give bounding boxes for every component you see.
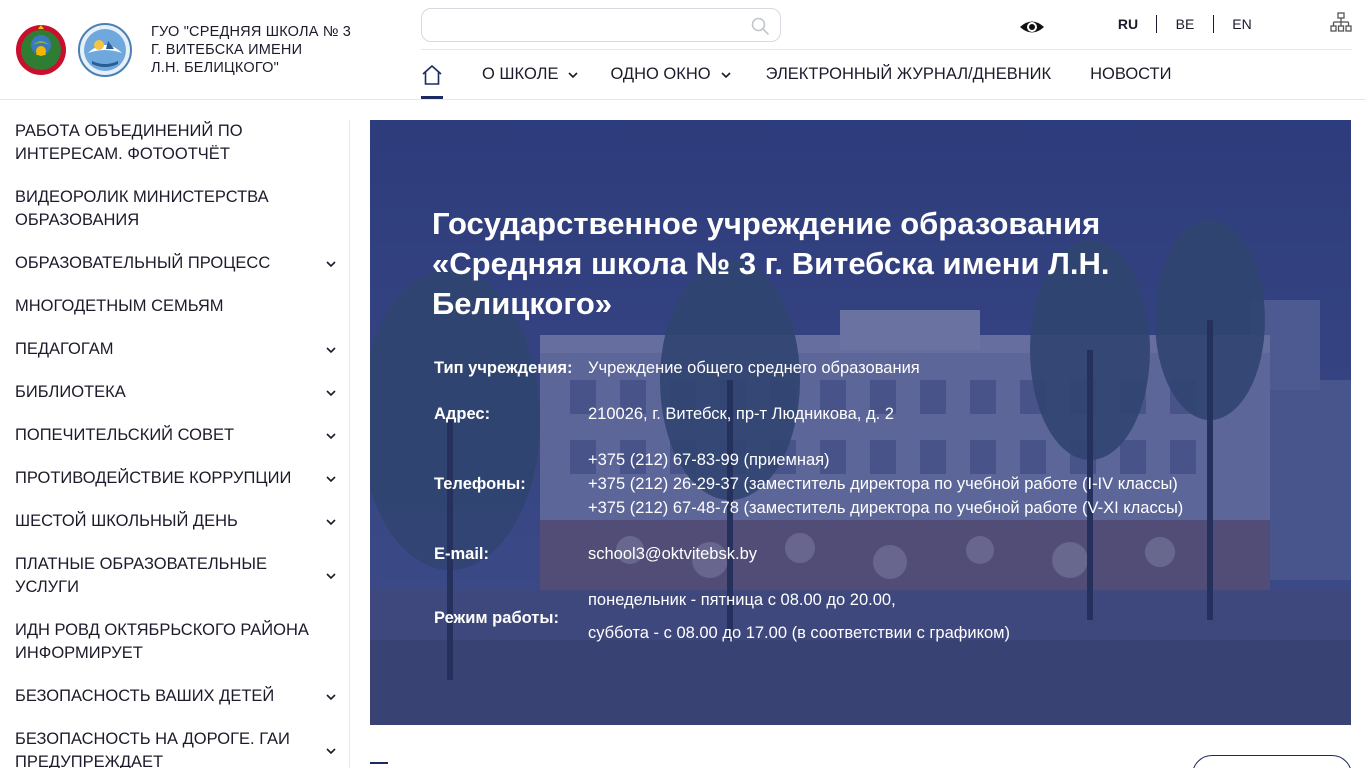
sitemap-icon[interactable] — [1330, 12, 1352, 34]
chevron-down-icon[interactable] — [325, 344, 337, 356]
sidebar-item[interactable]: РАБОТА ОБЪЕДИНЕНИЙ ПО ИНТЕРЕСАМ. ФОТООТЧ… — [0, 120, 350, 166]
org-name-line: ГУО "СРЕДНЯЯ ШКОЛА № 3 — [151, 24, 352, 40]
sidebar-item-label: РАБОТА ОБЪЕДИНЕНИЙ ПО ИНТЕРЕСАМ. ФОТООТЧ… — [15, 122, 243, 163]
sidebar-item[interactable]: ПОПЕЧИТЕЛЬСКИЙ СОВЕТ — [0, 424, 350, 447]
nav-home[interactable] — [421, 50, 443, 99]
institution-type-value: Учреждение общего среднего образования — [588, 359, 920, 377]
nav-item-label: ЭЛЕКТРОННЫЙ ЖУРНАЛ/ДНЕВНИК — [765, 65, 1052, 83]
sidebar-item[interactable]: ОБРАЗОВАТЕЛЬНЫЙ ПРОЦЕСС — [0, 252, 350, 275]
chevron-down-icon[interactable] — [325, 473, 337, 485]
nav-item-label: НОВОСТИ — [1090, 65, 1172, 83]
nav-active-indicator — [421, 96, 443, 99]
nav-item-label: О ШКОЛЕ — [482, 65, 559, 83]
phone-line[interactable]: +375 (212) 67-83-99 (приемная) — [588, 448, 830, 472]
address-value: 210026, г. Витебск, пр-т Людникова, д. 2 — [588, 405, 894, 423]
belarus-emblem-icon[interactable] — [14, 23, 68, 77]
sidebar-item-label: ПЛАТНЫЕ ОБРАЗОВАТЕЛЬНЫЕ УСЛУГИ — [15, 555, 268, 596]
organization-name[interactable]: ГУО "СРЕДНЯЯ ШКОЛА № 3 Г. ВИТЕБСКА ИМЕНИ… — [151, 23, 391, 77]
sidebar-item[interactable]: МНОГОДЕТНЫМ СЕМЬЯМ — [0, 295, 350, 318]
nav-item-news[interactable]: НОВОСТИ — [1090, 65, 1171, 84]
site-header: ГУО "СРЕДНЯЯ ШКОЛА № 3 Г. ВИТЕБСКА ИМЕНИ… — [0, 0, 1366, 100]
section-heading-fragment — [370, 762, 388, 768]
school-logo-icon[interactable] — [78, 23, 132, 77]
sidebar-item[interactable]: ПЛАТНЫЕ ОБРАЗОВАТЕЛЬНЫЕ УСЛУГИ — [0, 553, 350, 599]
email-label: E-mail: — [434, 545, 490, 563]
hours-line: понедельник - пятница с 08.00 до 20.00, — [588, 591, 896, 609]
sidebar-item[interactable]: ПРОТИВОДЕЙСТВИЕ КОРРУПЦИИ — [0, 467, 350, 490]
sidebar-item-label: МНОГОДЕТНЫМ СЕМЬЯМ — [15, 297, 224, 315]
sidebar-item[interactable]: ШЕСТОЙ ШКОЛЬНЫЙ ДЕНЬ — [0, 510, 350, 533]
chevron-down-icon — [721, 71, 731, 78]
email-link[interactable]: school3@oktvitebsk.by — [588, 542, 757, 566]
sidebar-item-label: ШЕСТОЙ ШКОЛЬНЫЙ ДЕНЬ — [15, 512, 238, 530]
nav-item-e-journal[interactable]: ЭЛЕКТРОННЫЙ ЖУРНАЛ/ДНЕВНИК — [766, 65, 1051, 84]
home-icon — [422, 64, 442, 85]
sidebar-item-label: ИДН РОВД ОКТЯБРЬСКОГО РАЙОНА ИНФОРМИРУЕТ — [15, 621, 309, 662]
institution-type-label: Тип учреждения: — [434, 359, 573, 377]
sidebar-item-label: БЕЗОПАСНОСТЬ ВАШИХ ДЕТЕЙ — [15, 687, 275, 705]
chevron-down-icon[interactable] — [325, 516, 337, 528]
chevron-down-icon[interactable] — [325, 430, 337, 442]
sidebar-item[interactable]: БЕЗОПАСНОСТЬ НА ДОРОГЕ. ГАИ ПРЕДУПРЕЖДАЕ… — [0, 728, 350, 768]
sidebar-item-label: ОБРАЗОВАТЕЛЬНЫЙ ПРОЦЕСС — [15, 254, 271, 272]
sidebar-item[interactable]: ПЕДАГОГАМ — [0, 338, 350, 361]
eye-icon[interactable] — [1019, 16, 1045, 38]
language-switcher: RU BE EN — [1100, 13, 1270, 35]
org-name-line: Л.Н. БЕЛИЦКОГО" — [151, 60, 279, 76]
sidebar-item[interactable]: БЕЗОПАСНОСТЬ ВАШИХ ДЕТЕЙ — [0, 685, 350, 708]
chevron-down-icon — [568, 71, 579, 78]
sidebar-item-label: ПОПЕЧИТЕЛЬСКИЙ СОВЕТ — [15, 426, 235, 444]
nav-item-about[interactable]: О ШКОЛЕ — [482, 65, 579, 84]
chevron-down-icon[interactable] — [325, 258, 337, 270]
page-title: Государственное учреждение образования «… — [432, 206, 1110, 321]
sidebar-item-label: ВИДЕОРОЛИК МИНИСТЕРСТВА ОБРАЗОВАНИЯ — [15, 188, 269, 229]
phone-line[interactable]: +375 (212) 67-48-78 (заместитель директо… — [588, 496, 1183, 520]
search-icon[interactable] — [750, 16, 770, 36]
chevron-down-icon[interactable] — [325, 387, 337, 399]
sidebar-item-label: БЕЗОПАСНОСТЬ НА ДОРОГЕ. ГАИ ПРЕДУПРЕЖДАЕ… — [15, 730, 290, 768]
sidebar-item-label: ПРОТИВОДЕЙСТВИЕ КОРРУПЦИИ — [15, 469, 292, 487]
hours-label: Режим работы: — [434, 609, 559, 627]
lang-ru[interactable]: RU — [1100, 16, 1156, 32]
sidebar-item[interactable]: ИДН РОВД ОКТЯБРЬСКОГО РАЙОНА ИНФОРМИРУЕТ — [0, 619, 350, 665]
sidebar-item-label: ПЕДАГОГАМ — [15, 340, 114, 358]
chevron-down-icon[interactable] — [325, 745, 337, 757]
nav-item-label: ОДНО ОКНО — [610, 65, 711, 83]
lang-be[interactable]: BE — [1157, 16, 1213, 32]
org-name-line: Г. ВИТЕБСКА ИМЕНИ — [151, 42, 303, 58]
more-button[interactable] — [1192, 755, 1352, 768]
sidebar-menu: РАБОТА ОБЪЕДИНЕНИЙ ПО ИНТЕРЕСАМ. ФОТООТЧ… — [0, 120, 350, 768]
main-nav: О ШКОЛЕ ОДНО ОКНО ЭЛЕКТРОННЫЙ ЖУРНАЛ/ДНЕ… — [421, 50, 1171, 99]
phone-line[interactable]: +375 (212) 26-29-37 (заместитель директо… — [588, 472, 1178, 496]
sidebar-item-label: БИБЛИОТЕКА — [15, 383, 126, 401]
nav-item-one-window[interactable]: ОДНО ОКНО — [610, 65, 731, 84]
sidebar-item[interactable]: БИБЛИОТЕКА — [0, 381, 350, 404]
search-input[interactable] — [421, 8, 781, 42]
hero-banner: Государственное учреждение образования «… — [370, 120, 1351, 725]
phones-label: Телефоны: — [434, 475, 526, 493]
chevron-down-icon[interactable] — [325, 691, 337, 703]
hours-line: суббота - с 08.00 до 17.00 (в соответств… — [588, 624, 1010, 642]
address-label: Адрес: — [434, 405, 491, 423]
lang-en[interactable]: EN — [1214, 16, 1270, 32]
sidebar-item[interactable]: ВИДЕОРОЛИК МИНИСТЕРСТВА ОБРАЗОВАНИЯ — [0, 186, 350, 232]
chevron-down-icon[interactable] — [325, 570, 337, 582]
